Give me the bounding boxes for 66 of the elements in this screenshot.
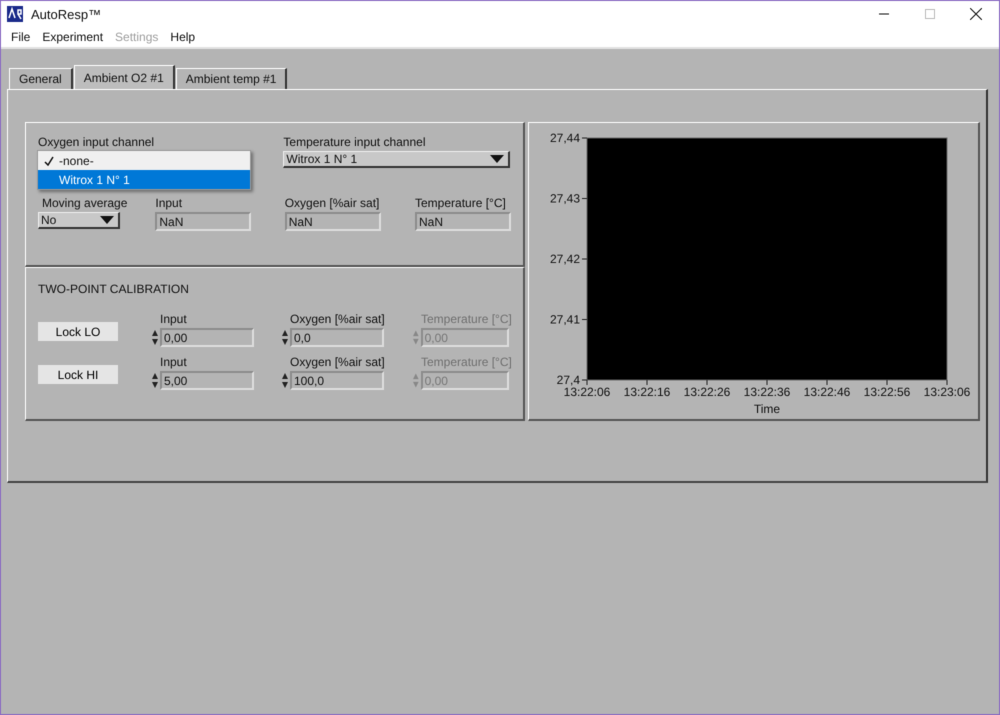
y-tick-label: 27,4 — [556, 373, 580, 387]
x-tick: 13:23:06 — [924, 380, 970, 399]
field-label: Oxygen input channel — [38, 135, 156, 151]
y-tick-label: 27,44 — [550, 131, 580, 145]
y-tick: 27,41 — [550, 312, 588, 326]
spinner-icon[interactable] — [152, 372, 158, 389]
field-label: Input — [159, 355, 188, 371]
field-label: Oxygen [%air sat] — [284, 196, 380, 212]
dropdown[interactable]: Witrox 1 N° 1 — [283, 151, 510, 168]
x-tick: 13:22:36 — [744, 380, 790, 399]
field-label: Temperature [°C] — [420, 312, 509, 328]
dropdown-arrow-icon — [490, 155, 504, 163]
spinner-icon[interactable] — [152, 329, 158, 346]
readout-field: NaN — [284, 212, 381, 231]
x-tick: 13:22:16 — [624, 380, 670, 399]
readout-field: NaN — [155, 212, 252, 231]
menu-option[interactable]: Witrox 1 N° 1 — [38, 170, 250, 189]
tab[interactable]: Ambient temp #1 — [176, 68, 288, 89]
close-icon — [970, 8, 982, 20]
x-tick: 13:22:46 — [804, 380, 850, 399]
spinner-icon[interactable] — [282, 329, 288, 346]
spinner-icon[interactable] — [282, 372, 288, 389]
tab[interactable]: Ambient O2 #1 — [74, 65, 175, 89]
y-tick-label: 27,43 — [550, 192, 580, 206]
section-title: TWO-POINT CALIBRATION — [38, 282, 190, 298]
menu-item[interactable]: Experiment — [36, 30, 110, 44]
field-label: Temperature [°C] — [415, 196, 507, 212]
maximize-icon — [925, 9, 935, 19]
field-label: Oxygen [%air sat] — [289, 312, 386, 328]
tab[interactable]: General — [9, 68, 73, 89]
y-tick: 27,43 — [550, 192, 588, 206]
y-tick-label: 27,41 — [550, 312, 580, 326]
x-tick-label: 13:22:46 — [804, 385, 851, 399]
numeric-field[interactable]: 0,0 — [290, 328, 384, 347]
x-tick-label: 13:22:26 — [684, 385, 731, 399]
menu-option[interactable]: -none- — [38, 151, 250, 170]
lock-button[interactable]: Lock LO — [38, 322, 118, 341]
x-tick-label: 13:22:16 — [624, 385, 671, 399]
y-tick: 27,4 — [556, 373, 588, 387]
dropdown-arrow-icon — [100, 216, 114, 224]
field-label: Input — [159, 312, 188, 328]
field-label: Input — [155, 196, 184, 212]
window-title: AutoResp™ — [31, 6, 102, 22]
x-tick-label: 13:22:06 — [564, 385, 611, 399]
field-label: Temperature input channel — [283, 135, 426, 151]
menu-item[interactable]: File — [5, 30, 36, 44]
x-axis-label: Time — [754, 402, 780, 416]
y-tick: 27,42 — [550, 252, 588, 266]
numeric-field[interactable]: 0,00 — [160, 328, 254, 347]
readout-field: NaN — [415, 212, 511, 231]
field-label: Moving average — [41, 196, 128, 212]
x-tick: 13:22:56 — [864, 380, 910, 399]
field-label: Oxygen [%air sat] — [289, 355, 386, 371]
numeric-field[interactable]: 100,0 — [290, 371, 384, 390]
x-tick: 13:22:26 — [684, 380, 730, 399]
numeric-field[interactable]: 5,00 — [160, 371, 254, 390]
x-tick-label: 13:22:36 — [744, 385, 791, 399]
app-logo-icon — [7, 6, 23, 22]
lock-button[interactable]: Lock HI — [38, 365, 118, 384]
y-tick-label: 27,42 — [550, 252, 580, 266]
y-tick: 27,44 — [550, 131, 588, 145]
menu-item[interactable]: Help — [164, 30, 202, 44]
field-label: Temperature [°C] — [420, 355, 509, 371]
dropdown[interactable]: No — [38, 212, 120, 229]
x-tick-label: 13:23:06 — [924, 385, 971, 399]
x-tick-label: 13:22:56 — [864, 385, 911, 399]
